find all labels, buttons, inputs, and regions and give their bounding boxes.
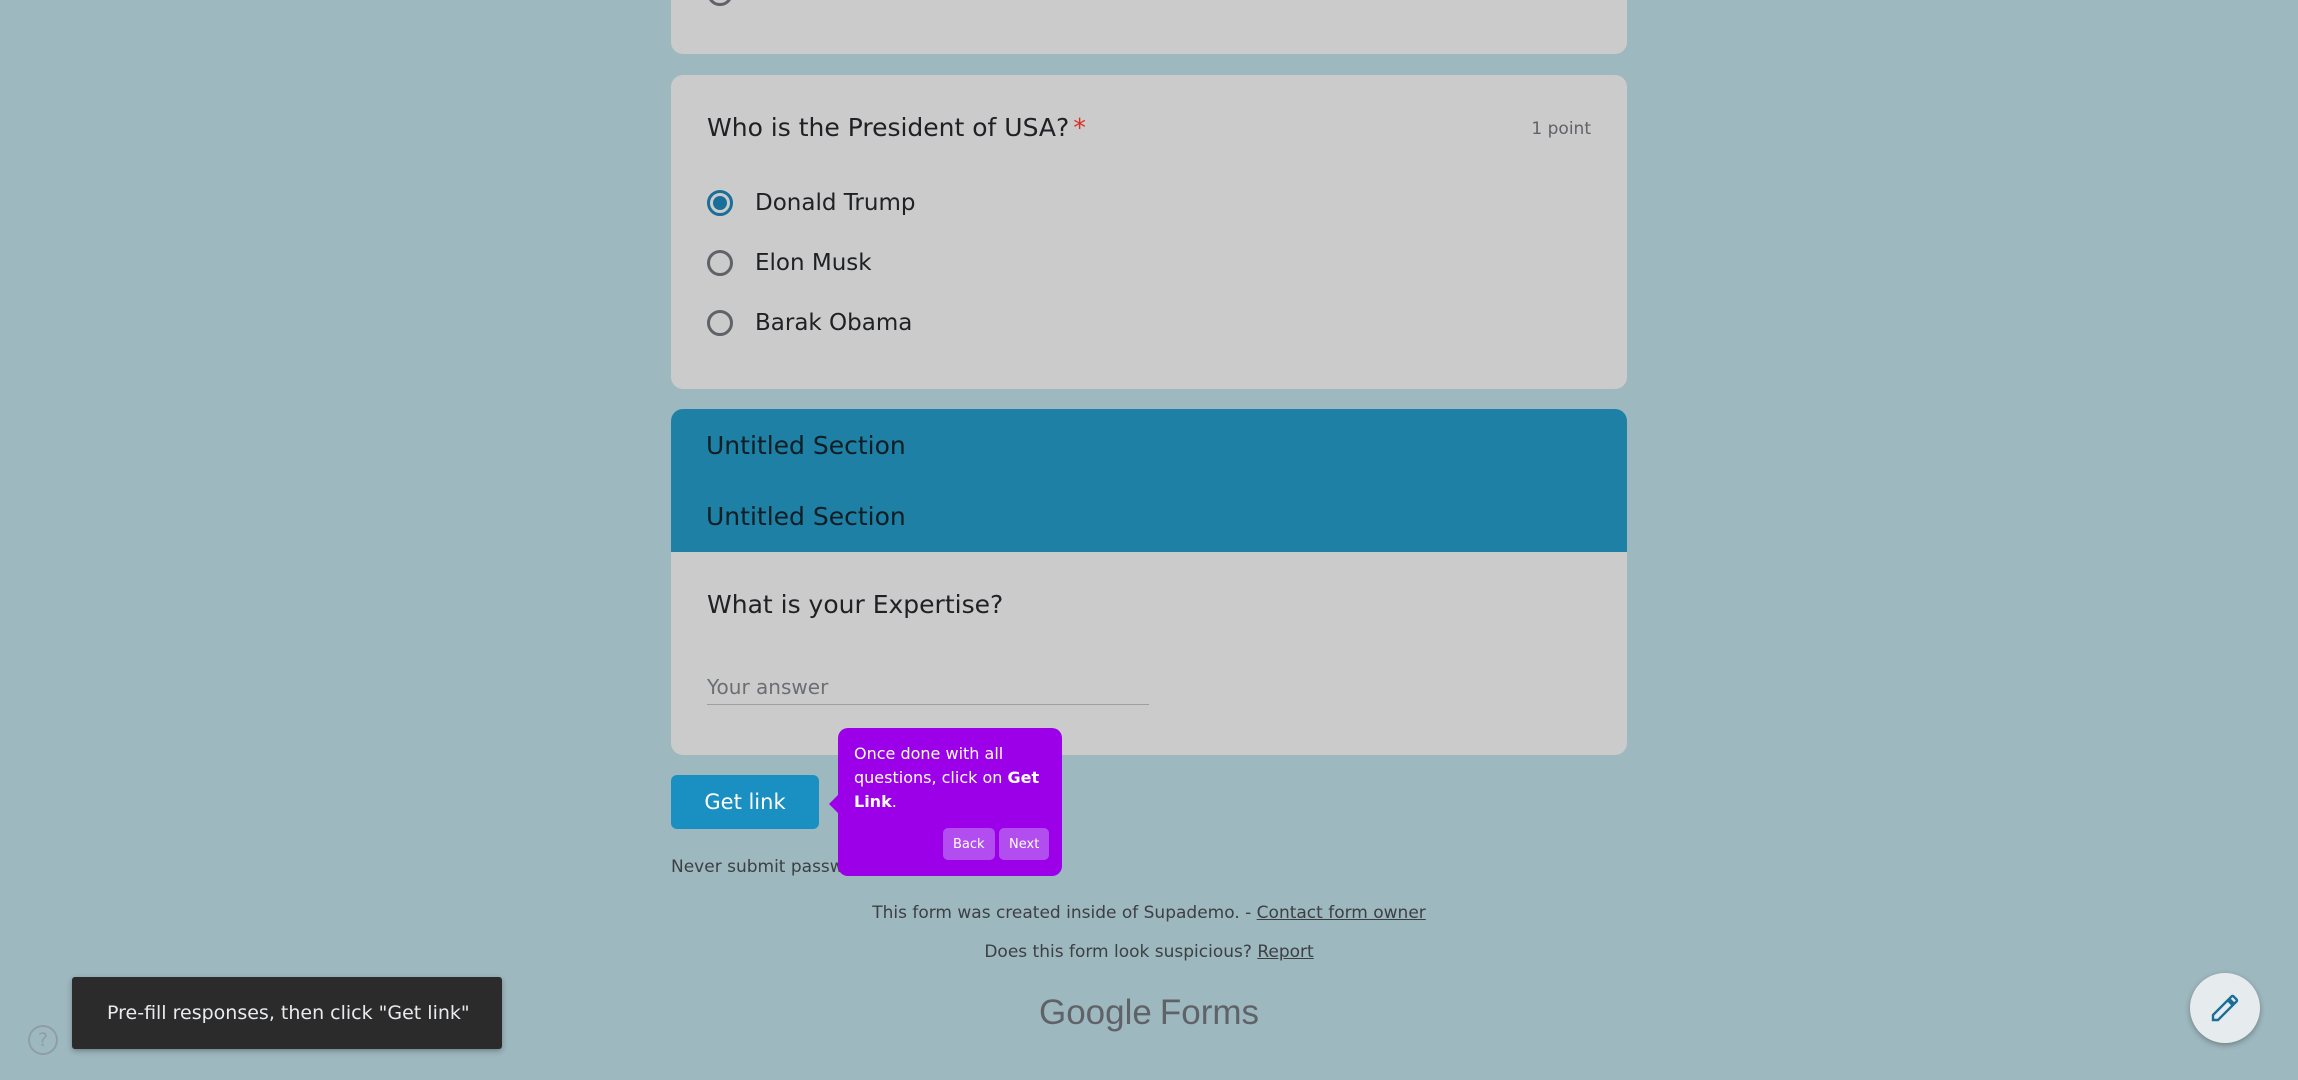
pencil-icon <box>2211 994 2239 1022</box>
contact-form-owner-link[interactable]: Contact form owner <box>1257 903 1426 923</box>
never-submit-text: Never submit passw <box>671 857 844 877</box>
logo-google: Google <box>1038 993 1152 1032</box>
question-title-text: Who is the President of USA? <box>707 113 1070 142</box>
question-title: What is your Expertise? <box>707 590 1004 619</box>
tooltip-arrow <box>829 795 838 813</box>
radio-selected[interactable] <box>707 190 733 216</box>
report-link[interactable]: Report <box>1257 942 1313 962</box>
tooltip-back-button[interactable]: Back <box>943 828 995 860</box>
tooltip-text-end: . <box>891 792 897 811</box>
get-link-button[interactable]: Get link <box>671 775 819 829</box>
logo-forms: Forms <box>1159 993 1260 1032</box>
tooltip-next-button[interactable]: Next <box>999 828 1050 860</box>
question-card-expertise: What is your Expertise? <box>671 552 1627 755</box>
radio-unselected[interactable] <box>707 310 733 336</box>
option-elon-musk[interactable]: Elon Musk <box>707 245 872 281</box>
question-points: 1 point <box>1531 119 1591 139</box>
option-donald-trump[interactable]: Donald Trump <box>707 185 915 221</box>
help-circle-icon[interactable]: ? <box>28 1025 58 1055</box>
radio-unselected[interactable] <box>707 250 733 276</box>
tooltip-text: Once done with all questions, click on <box>854 744 1008 787</box>
edit-fab-button[interactable] <box>2190 973 2260 1043</box>
prefill-toast: Pre-fill responses, then click "Get link… <box>72 977 502 1049</box>
footer-suspicious-text: Does this form look suspicious? <box>984 942 1258 962</box>
previous-question-card <box>671 0 1627 54</box>
footer-created-text: This form was created inside of Supademo… <box>872 903 1257 923</box>
toast-text: Pre-fill responses, then click "Get link… <box>107 1002 470 1024</box>
required-asterisk: * <box>1073 113 1086 142</box>
question-title: Who is the President of USA? * <box>707 113 1086 142</box>
footer-suspicious: Does this form look suspicious? Report <box>0 942 2298 962</box>
option-label: Elon Musk <box>755 250 872 276</box>
section-header: Untitled Section <box>671 481 1627 552</box>
option-label: Barak Obama <box>755 310 913 336</box>
radio-button[interactable] <box>707 0 733 6</box>
option-barak-obama[interactable]: Barak Obama <box>707 305 912 341</box>
question-card-president: Who is the President of USA? * 1 point Do… <box>671 75 1627 389</box>
answer-input[interactable] <box>707 670 1149 705</box>
section-header: Untitled Section <box>671 409 1627 481</box>
guide-tooltip: Once done with all questions, click on G… <box>829 728 1062 876</box>
option-label: Donald Trump <box>755 190 916 216</box>
tooltip-message: Once done with all questions, click on G… <box>854 742 1046 814</box>
footer-created: This form was created inside of Supademo… <box>0 903 2298 923</box>
